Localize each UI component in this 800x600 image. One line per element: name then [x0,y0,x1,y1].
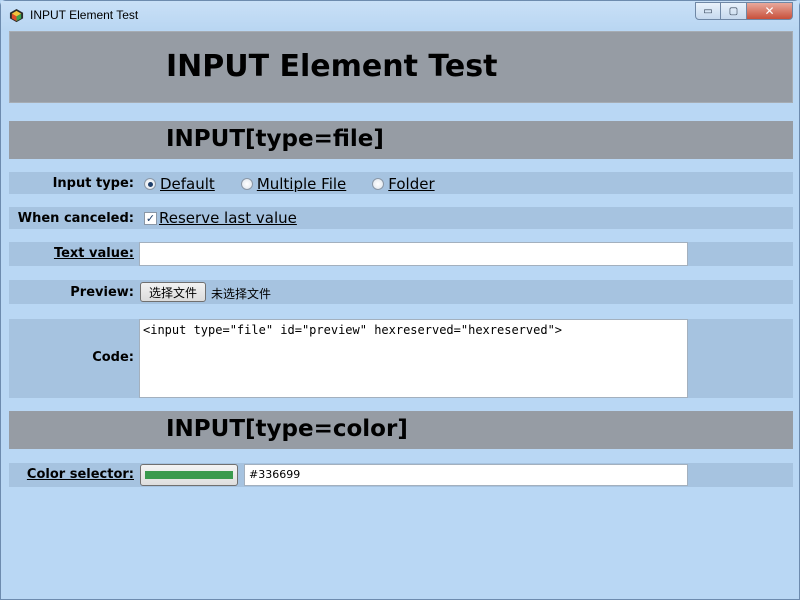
input-type-radio-group: Default Multiple File Folder [144,175,461,193]
code-row: Code: <input type="file" id="preview" he… [9,319,793,398]
page-header: INPUT Element Test [9,31,793,103]
file-status-text: 未选择文件 [211,287,272,301]
file-section-header: INPUT[type=file] [9,121,793,159]
code-label: Code: [92,350,134,365]
radio-label-folder: Folder [388,175,435,193]
preview-label: Preview: [70,285,134,300]
radio-multiple-file[interactable]: Multiple File [240,175,347,193]
radio-label-multiple-file: Multiple File [256,175,347,193]
color-selector-row: Color selector: #336699 [9,463,793,487]
color-swatch [145,471,233,479]
color-section-title: INPUT[type=color] [166,416,408,442]
input-type-label: Input type: [52,176,134,191]
file-section-title: INPUT[type=file] [166,126,384,152]
text-value-row: Text value: [9,242,793,266]
radio-label-default: Default [160,175,215,193]
window-title: INPUT Element Test [30,8,139,22]
page-title: INPUT Element Test [166,49,498,84]
maximize-button[interactable]: ▢ [721,2,747,20]
text-value-input[interactable] [139,242,688,266]
color-section-header: INPUT[type=color] [9,411,793,449]
minimize-button[interactable]: ▭ [695,2,721,20]
checkmark-icon[interactable]: ✓ [144,211,157,225]
radio-indicator[interactable] [372,178,385,190]
when-canceled-row: When canceled: ✓ Reserve last value [9,207,793,229]
choose-file-button[interactable]: 选择文件 [140,282,206,302]
reserve-last-value-checkbox[interactable]: ✓ Reserve last value [144,209,297,227]
color-selector-label: Color selector: [26,467,134,482]
color-picker-button[interactable] [140,464,238,486]
app-icon [9,8,24,23]
code-textarea[interactable]: <input type="file" id="preview" hexreser… [139,319,688,398]
title-bar: INPUT Element Test ▭ ▢ ✕ [1,1,799,30]
close-button[interactable]: ✕ [747,2,793,20]
window-controls: ▭ ▢ ✕ [695,2,793,20]
color-value-field[interactable]: #336699 [244,464,688,486]
input-type-row: Input type: Default Multiple File Folder [9,172,793,194]
app-window: INPUT Element Test ▭ ▢ ✕ INPUT Element T… [0,0,800,600]
radio-indicator[interactable] [144,178,156,190]
radio-indicator[interactable] [240,178,253,190]
when-canceled-label: When canceled: [17,211,134,226]
preview-row: Preview: 选择文件 未选择文件 [9,280,793,304]
reserve-last-value-label: Reserve last value [159,209,297,227]
radio-default[interactable]: Default [144,175,215,193]
text-value-label: Text value: [53,246,134,261]
radio-folder[interactable]: Folder [372,175,435,193]
